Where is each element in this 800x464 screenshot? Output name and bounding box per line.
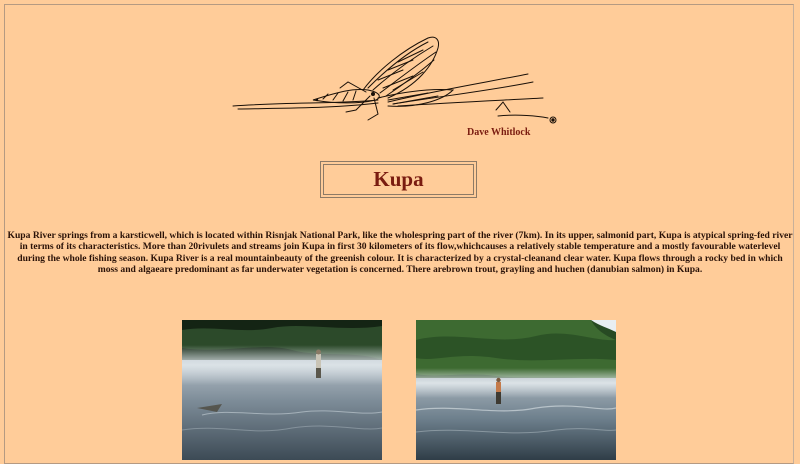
river-description: Kupa River springs from a karsticwell, w… xyxy=(7,230,793,275)
page-title: Kupa xyxy=(323,164,474,195)
photo-angler-misty-river[interactable] xyxy=(182,320,382,460)
photo-angler-wading-river[interactable] xyxy=(416,320,616,460)
page-title-box: Kupa xyxy=(320,161,477,198)
illustration-credit: Dave Whitlock xyxy=(467,127,531,138)
mayfly-illustration-icon xyxy=(228,30,568,130)
